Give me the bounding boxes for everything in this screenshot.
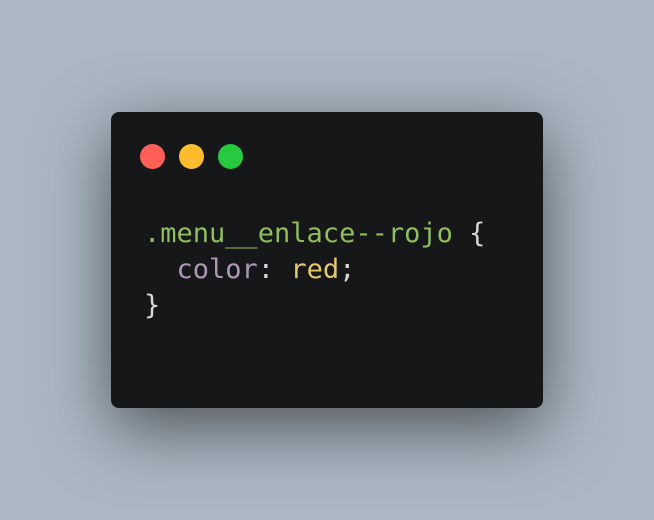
css-value: red — [290, 254, 340, 285]
close-dot-icon[interactable] — [140, 144, 165, 169]
colon: : — [257, 254, 275, 285]
code-block: .menu__enlace--rojo { color: red;} — [144, 216, 485, 324]
css-property: color — [176, 254, 258, 285]
code-line-3: } — [144, 288, 485, 324]
code-line-2: color: red; — [144, 252, 485, 288]
window-controls — [140, 144, 243, 170]
minimize-dot-icon[interactable] — [179, 144, 204, 169]
open-brace: { — [469, 218, 486, 249]
code-window: .menu__enlace--rojo { color: red;} — [111, 112, 543, 408]
css-selector: .menu__enlace--rojo — [144, 218, 453, 249]
semicolon: ; — [339, 254, 356, 285]
screenshot-stage: .menu__enlace--rojo { color: red;} — [0, 0, 654, 520]
close-brace: } — [144, 290, 161, 321]
maximize-dot-icon[interactable] — [218, 144, 243, 169]
code-line-1: .menu__enlace--rojo { — [144, 216, 485, 252]
